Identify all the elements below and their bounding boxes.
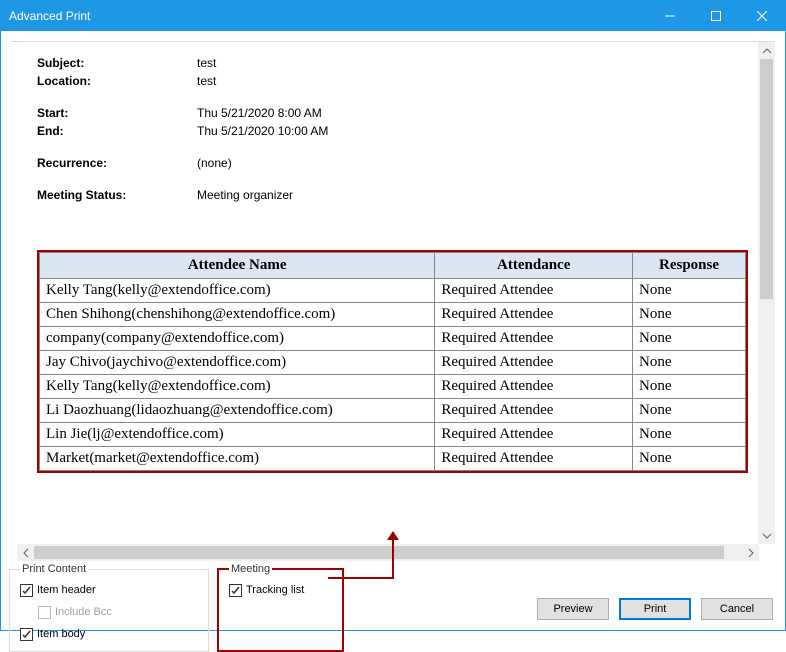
item-header-label: Item header: [37, 581, 96, 599]
cell-name: Kelly Tang(kelly@extendoffice.com): [40, 375, 435, 399]
chevron-right-icon: [746, 548, 756, 558]
subject-value: test: [197, 54, 216, 72]
preview-button[interactable]: Preview: [537, 598, 609, 620]
table-row: company(company@extendoffice.com)Require…: [40, 327, 746, 351]
scroll-down-button[interactable]: [758, 527, 775, 544]
cell-response: None: [633, 327, 746, 351]
table-row: Chen Shihong(chenshihong@extendoffice.co…: [40, 303, 746, 327]
preview-pane: Subject: test Location: test Start: Thu …: [11, 41, 775, 544]
item-header-checkbox[interactable]: Item header: [20, 581, 198, 599]
recurrence-label: Recurrence:: [37, 154, 197, 172]
scroll-left-button[interactable]: [17, 544, 34, 561]
cell-response: None: [633, 351, 746, 375]
cell-response: None: [633, 423, 746, 447]
checkbox-icon: [229, 584, 242, 597]
print-content-group: Print Content Item header Include Bcc It…: [9, 563, 209, 652]
cell-response: None: [633, 375, 746, 399]
cell-attendance: Required Attendee: [435, 399, 633, 423]
hscroll-thumb[interactable]: [34, 546, 724, 559]
tracking-list-label: Tracking list: [246, 581, 304, 599]
cell-response: None: [633, 303, 746, 327]
table-row: Market(market@extendoffice.com)Required …: [40, 447, 746, 471]
table-row: Jay Chivo(jaychivo@extendoffice.com)Requ…: [40, 351, 746, 375]
end-label: End:: [37, 122, 197, 140]
scroll-track[interactable]: [758, 59, 775, 527]
cell-name: Chen Shihong(chenshihong@extendoffice.co…: [40, 303, 435, 327]
window-title: Advanced Print: [9, 9, 647, 23]
table-row: Kelly Tang(kelly@extendoffice.com)Requir…: [40, 279, 746, 303]
checkbox-icon: [20, 584, 33, 597]
close-button[interactable]: [739, 1, 785, 31]
meeting-legend: Meeting: [229, 563, 272, 575]
table-row: Kelly Tang(kelly@extendoffice.com)Requir…: [40, 375, 746, 399]
tracking-list-checkbox[interactable]: Tracking list: [229, 581, 332, 599]
titlebar: Advanced Print: [1, 1, 785, 31]
cell-attendance: Required Attendee: [435, 423, 633, 447]
preview-button-label: Preview: [553, 603, 592, 615]
print-content-legend: Print Content: [20, 563, 88, 575]
hscroll-track[interactable]: [34, 544, 742, 561]
start-label: Start:: [37, 104, 197, 122]
print-button-label: Print: [644, 603, 667, 615]
chevron-down-icon: [762, 531, 772, 541]
cell-name: Lin Jie(lj@extendoffice.com): [40, 423, 435, 447]
cell-name: company(company@extendoffice.com): [40, 327, 435, 351]
cell-name: Li Daozhuang(lidaozhuang@extendoffice.co…: [40, 399, 435, 423]
tracking-table-highlight: Attendee Name Attendance Response Kelly …: [37, 250, 748, 473]
cell-attendance: Required Attendee: [435, 375, 633, 399]
print-button[interactable]: Print: [619, 598, 691, 620]
cell-response: None: [633, 399, 746, 423]
cancel-button[interactable]: Cancel: [701, 598, 773, 620]
table-row: Li Daozhuang(lidaozhuang@extendoffice.co…: [40, 399, 746, 423]
cell-attendance: Required Attendee: [435, 303, 633, 327]
cell-response: None: [633, 279, 746, 303]
col-attendance: Attendance: [435, 253, 633, 279]
status-value: Meeting organizer: [197, 186, 293, 204]
item-body-checkbox[interactable]: Item body: [20, 625, 198, 643]
subject-label: Subject:: [37, 54, 197, 72]
location-value: test: [197, 72, 216, 90]
chevron-left-icon: [21, 548, 31, 558]
cell-name: Market(market@extendoffice.com): [40, 447, 435, 471]
cell-attendance: Required Attendee: [435, 351, 633, 375]
scroll-up-button[interactable]: [758, 42, 775, 59]
start-value: Thu 5/21/2020 8:00 AM: [197, 104, 322, 122]
minimize-button[interactable]: [647, 1, 693, 31]
table-row: Lin Jie(lj@extendoffice.com)Required Att…: [40, 423, 746, 447]
cell-response: None: [633, 447, 746, 471]
cancel-button-label: Cancel: [720, 603, 754, 615]
minimize-icon: [665, 11, 675, 21]
scroll-right-button[interactable]: [742, 544, 759, 561]
annotation-arrow-vert: [392, 536, 394, 579]
horizontal-scrollbar[interactable]: [17, 544, 759, 561]
vertical-scrollbar[interactable]: [758, 42, 775, 544]
chevron-up-icon: [762, 46, 772, 56]
location-label: Location:: [37, 72, 197, 90]
cell-attendance: Required Attendee: [435, 279, 633, 303]
checkbox-icon: [20, 628, 33, 641]
cell-attendance: Required Attendee: [435, 327, 633, 351]
meeting-group: Meeting Tracking list: [217, 563, 344, 652]
checkbox-icon: [38, 606, 51, 619]
include-bcc-checkbox: Include Bcc: [38, 603, 198, 621]
cell-attendance: Required Attendee: [435, 447, 633, 471]
col-response: Response: [633, 253, 746, 279]
col-attendee-name: Attendee Name: [40, 253, 435, 279]
include-bcc-label: Include Bcc: [55, 603, 112, 621]
close-icon: [757, 11, 767, 21]
cell-name: Kelly Tang(kelly@extendoffice.com): [40, 279, 435, 303]
end-value: Thu 5/21/2020 10:00 AM: [197, 122, 328, 140]
cell-name: Jay Chivo(jaychivo@extendoffice.com): [40, 351, 435, 375]
scroll-thumb[interactable]: [760, 59, 773, 299]
maximize-button[interactable]: [693, 1, 739, 31]
item-body-label: Item body: [37, 625, 85, 643]
tracking-table: Attendee Name Attendance Response Kelly …: [39, 252, 746, 471]
status-label: Meeting Status:: [37, 186, 197, 204]
recurrence-value: (none): [197, 154, 232, 172]
maximize-icon: [711, 11, 721, 21]
